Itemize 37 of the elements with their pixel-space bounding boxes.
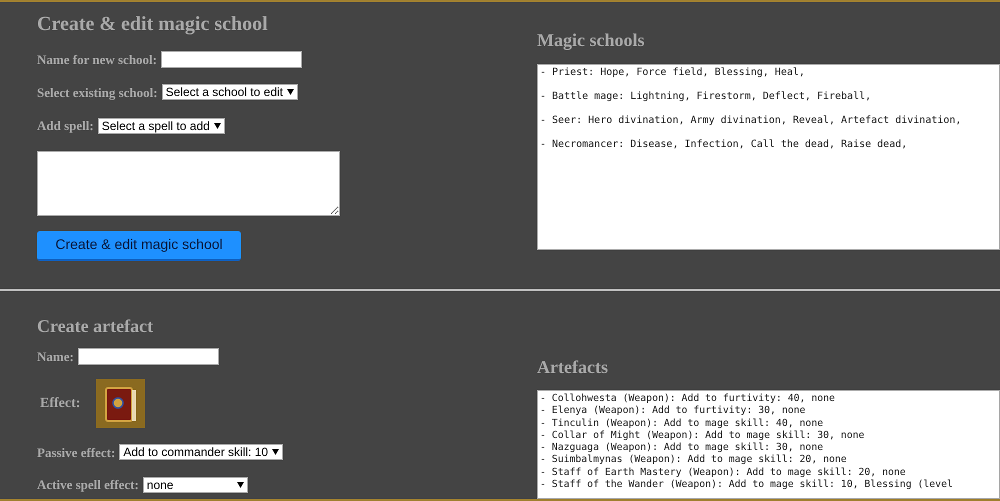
field-label: Name for new school: bbox=[37, 51, 157, 69]
section-heading: Create artefact bbox=[37, 315, 154, 337]
spell-effect-select[interactable]: none bbox=[142, 476, 248, 493]
dropdown-arrow-icon bbox=[214, 122, 221, 129]
passive-effect-select[interactable]: Add to commander skill: 10 bbox=[119, 444, 284, 460]
artefact-entry: - Collar of Might (Weapon): Add to mage skill: 30, none bbox=[540, 430, 864, 442]
school-entry: - Priest: Hope, Force field, Blessing, Heal, bbox=[540, 67, 805, 79]
field-label: Passive effect: bbox=[37, 444, 116, 462]
dropdown-arrow-icon bbox=[287, 89, 294, 96]
book-icon[interactable] bbox=[96, 378, 145, 428]
field-label: Active spell effect: bbox=[37, 476, 139, 494]
section-heading: Create & edit magic school bbox=[37, 12, 269, 36]
field-label: Name: bbox=[37, 348, 74, 366]
school-entry: - Battle mage: Lightning, Firestorm, Deflect, Fireball, bbox=[540, 91, 872, 103]
school-select[interactable]: Select a school to edit bbox=[162, 84, 298, 100]
dropdown-arrow-icon bbox=[272, 449, 280, 456]
school-entry: - Necromancer: Disease, Infection, Call the dead, Raise dead, bbox=[540, 139, 908, 151]
field-label: Add spell: bbox=[37, 117, 94, 135]
artefacts-text-area[interactable] bbox=[537, 390, 1000, 499]
artefact-entry: - Tinculin (Weapon): Add to mage skill: 40, none bbox=[540, 418, 824, 430]
dropdown-arrow-icon bbox=[236, 482, 244, 488]
school-entry: - Seer: Hero divination, Army divination, Reveal, Artefact divination, bbox=[540, 115, 962, 127]
artefact-entry: - Suimbalmynas (Weapon): Add to mage skill: 20, none bbox=[540, 454, 847, 467]
artefact-entry: - Staff of Earth Mastery (Weapon): Add to mage skill: 20, none bbox=[540, 466, 906, 480]
field-label: Effect: bbox=[40, 394, 82, 412]
name-input[interactable] bbox=[78, 348, 219, 366]
schools-text-area[interactable] bbox=[537, 64, 1000, 250]
artefact-entry: - Elenya (Weapon): Add to furtivity: 30, none bbox=[540, 405, 806, 418]
create-school-button[interactable]: Create & edit magic school bbox=[37, 230, 241, 260]
artefact-entry: - Staff of the Wander (Weapon): Add to mage skill: 10, Blessing (level bbox=[540, 479, 953, 492]
name-input[interactable] bbox=[161, 51, 302, 68]
spell-select[interactable]: Select a spell to add bbox=[98, 118, 225, 134]
section-heading: Artefacts bbox=[537, 356, 609, 379]
field-label: Select existing school: bbox=[37, 84, 158, 102]
section-heading: Magic schools bbox=[537, 29, 646, 52]
artefact-entry: - Nazguaga (Weapon): Add to mage skill: 30, none bbox=[540, 442, 824, 454]
artefact-entry: - Collohwesta (Weapon): Add to furtivity: 40, none bbox=[540, 393, 835, 406]
